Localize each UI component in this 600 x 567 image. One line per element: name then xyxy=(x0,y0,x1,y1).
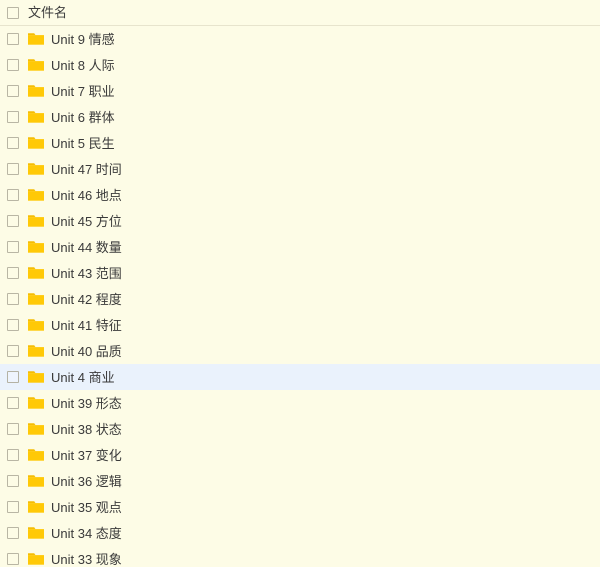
file-list-panel: 文件名 Unit 9 情感 Unit 8 人际 Unit 7 职业 Unit 6 群体… xyxy=(0,0,600,567)
file-row-label: Unit 35 观点 xyxy=(51,499,122,515)
folder-icon xyxy=(28,241,44,253)
file-row-label: Unit 38 状态 xyxy=(51,421,122,437)
file-row-checkbox[interactable] xyxy=(7,475,19,487)
folder-icon xyxy=(28,85,44,97)
file-row-label: Unit 40 品质 xyxy=(51,343,122,359)
file-row-checkbox[interactable] xyxy=(7,371,19,383)
file-row-checkbox[interactable] xyxy=(7,267,19,279)
file-row[interactable]: Unit 33 现象 xyxy=(0,546,600,567)
file-row[interactable]: Unit 36 逻辑 xyxy=(0,468,600,494)
file-row-label: Unit 46 地点 xyxy=(51,187,122,203)
file-list-rows: Unit 9 情感 Unit 8 人际 Unit 7 职业 Unit 6 群体 Unit… xyxy=(0,26,600,567)
file-row-label: Unit 4 商业 xyxy=(51,369,115,385)
file-row[interactable]: Unit 34 态度 xyxy=(0,520,600,546)
file-row[interactable]: Unit 4 商业 xyxy=(0,364,600,390)
file-row-checkbox[interactable] xyxy=(7,215,19,227)
file-row-label: Unit 33 现象 xyxy=(51,551,122,567)
file-row-checkbox[interactable] xyxy=(7,527,19,539)
file-row[interactable]: Unit 46 地点 xyxy=(0,182,600,208)
file-row-label: Unit 47 时间 xyxy=(51,161,122,177)
file-row[interactable]: Unit 41 特征 xyxy=(0,312,600,338)
file-row-checkbox[interactable] xyxy=(7,59,19,71)
folder-icon xyxy=(28,449,44,461)
folder-icon xyxy=(28,111,44,123)
file-row[interactable]: Unit 6 群体 xyxy=(0,104,600,130)
file-row-checkbox[interactable] xyxy=(7,241,19,253)
file-row[interactable]: Unit 45 方位 xyxy=(0,208,600,234)
file-row[interactable]: Unit 5 民生 xyxy=(0,130,600,156)
file-row-label: Unit 45 方位 xyxy=(51,213,122,229)
file-row[interactable]: Unit 8 人际 xyxy=(0,52,600,78)
file-row-checkbox[interactable] xyxy=(7,33,19,45)
file-row-label: Unit 36 逻辑 xyxy=(51,473,122,489)
file-row-checkbox[interactable] xyxy=(7,137,19,149)
file-row-label: Unit 34 态度 xyxy=(51,525,122,541)
folder-icon xyxy=(28,319,44,331)
folder-icon xyxy=(28,267,44,279)
folder-icon xyxy=(28,189,44,201)
file-row[interactable]: Unit 9 情感 xyxy=(0,26,600,52)
folder-icon xyxy=(28,475,44,487)
file-row-label: Unit 7 职业 xyxy=(51,83,115,99)
file-row-checkbox[interactable] xyxy=(7,449,19,461)
file-row-checkbox[interactable] xyxy=(7,501,19,513)
file-row-checkbox[interactable] xyxy=(7,397,19,409)
file-list-header: 文件名 xyxy=(0,0,600,26)
folder-icon xyxy=(28,137,44,149)
file-row[interactable]: Unit 47 时间 xyxy=(0,156,600,182)
file-row-checkbox[interactable] xyxy=(7,163,19,175)
file-row-checkbox[interactable] xyxy=(7,423,19,435)
file-row[interactable]: Unit 43 范围 xyxy=(0,260,600,286)
folder-icon xyxy=(28,397,44,409)
file-row[interactable]: Unit 38 状态 xyxy=(0,416,600,442)
file-row-label: Unit 9 情感 xyxy=(51,31,115,47)
folder-icon xyxy=(28,371,44,383)
folder-icon xyxy=(28,33,44,45)
file-row-checkbox[interactable] xyxy=(7,189,19,201)
folder-icon xyxy=(28,423,44,435)
file-row-label: Unit 39 形态 xyxy=(51,395,122,411)
column-header-filename[interactable]: 文件名 xyxy=(28,6,67,19)
folder-icon xyxy=(28,527,44,539)
folder-icon xyxy=(28,293,44,305)
folder-icon xyxy=(28,345,44,357)
file-row-label: Unit 42 程度 xyxy=(51,291,122,307)
file-row-checkbox[interactable] xyxy=(7,85,19,97)
file-row-checkbox[interactable] xyxy=(7,111,19,123)
file-row[interactable]: Unit 42 程度 xyxy=(0,286,600,312)
file-row-label: Unit 8 人际 xyxy=(51,57,115,73)
file-row-checkbox[interactable] xyxy=(7,345,19,357)
file-row[interactable]: Unit 35 观点 xyxy=(0,494,600,520)
file-row-checkbox[interactable] xyxy=(7,553,19,565)
file-row-checkbox[interactable] xyxy=(7,293,19,305)
file-row-checkbox[interactable] xyxy=(7,319,19,331)
folder-icon xyxy=(28,215,44,227)
file-row[interactable]: Unit 7 职业 xyxy=(0,78,600,104)
folder-icon xyxy=(28,163,44,175)
file-row[interactable]: Unit 44 数量 xyxy=(0,234,600,260)
file-row-label: Unit 6 群体 xyxy=(51,109,115,125)
file-row-label: Unit 43 范围 xyxy=(51,265,122,281)
folder-icon xyxy=(28,501,44,513)
file-row-label: Unit 37 变化 xyxy=(51,447,122,463)
file-row-label: Unit 41 特征 xyxy=(51,317,122,333)
file-row-label: Unit 44 数量 xyxy=(51,239,122,255)
folder-icon xyxy=(28,59,44,71)
file-row[interactable]: Unit 39 形态 xyxy=(0,390,600,416)
folder-icon xyxy=(28,553,44,565)
file-row[interactable]: Unit 40 品质 xyxy=(0,338,600,364)
file-row-label: Unit 5 民生 xyxy=(51,135,115,151)
select-all-checkbox[interactable] xyxy=(7,6,19,19)
file-row[interactable]: Unit 37 变化 xyxy=(0,442,600,468)
